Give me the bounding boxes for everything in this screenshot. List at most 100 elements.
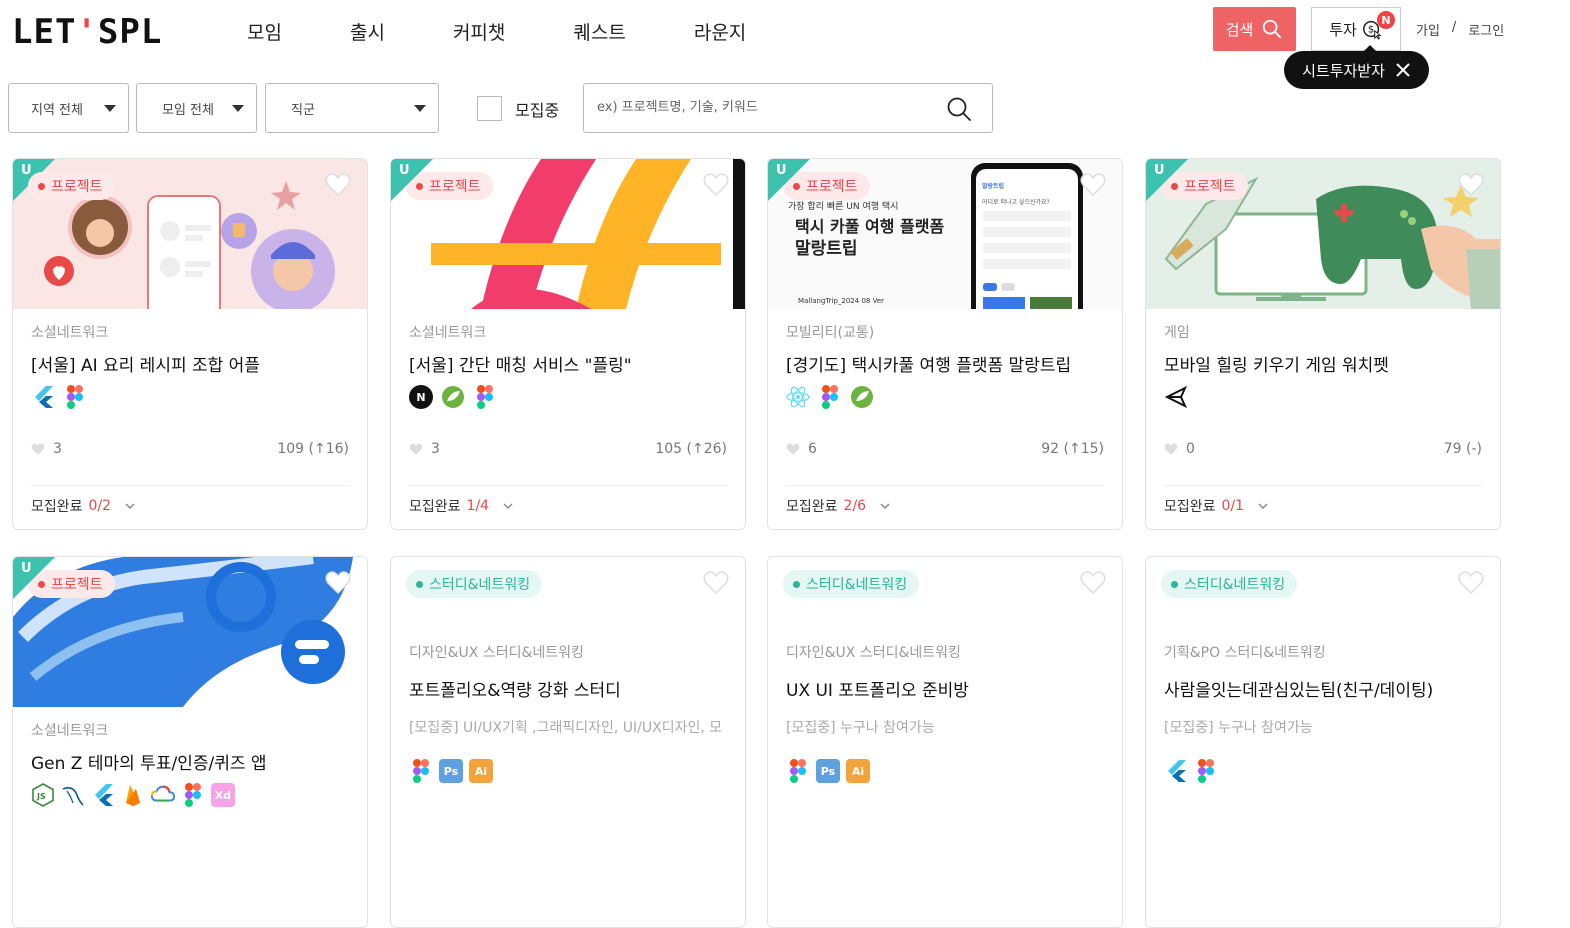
heart-icon — [786, 443, 800, 455]
search-button[interactable]: 검색 — [1213, 7, 1296, 51]
job-select-value: 직군 — [291, 102, 315, 118]
ribbon — [391, 159, 433, 201]
meeting-card[interactable]: 스터디&네트워킹 디자인&UX 스터디&네트워킹 포트폴리오&역량 강화 스터디… — [390, 556, 746, 928]
like-value: 3 — [431, 441, 440, 457]
region-select[interactable]: 지역 전체 — [8, 83, 129, 133]
heart-icon[interactable] — [325, 571, 351, 595]
card-title[interactable]: Gen Z 테마의 투표/인증/퀴즈 앱 — [31, 749, 267, 774]
card-title[interactable]: [경기도] 택시카풀 여행 플랫폼 말랑트립 — [786, 351, 1071, 376]
tech-stack — [1164, 759, 1218, 783]
chevron-down-icon — [125, 503, 135, 509]
nav-item-lounge[interactable]: 라운지 — [694, 18, 746, 45]
meeting-type-select[interactable]: 모임 전체 — [136, 83, 257, 133]
card-title[interactable]: 포트폴리오&역량 강화 스터디 — [409, 676, 621, 701]
recruit-status[interactable]: 모집완료 2/6 — [786, 496, 890, 516]
figma-icon — [63, 385, 87, 409]
heart-icon — [1164, 443, 1178, 455]
unity-icon — [1164, 385, 1188, 409]
chevron-down-icon — [104, 105, 116, 112]
meeting-card[interactable]: 프로젝트 U 게임 모바일 힐링 키우기 게임 워치펫 0 79 (-) 모집완… — [1145, 158, 1501, 530]
heart-icon[interactable] — [325, 173, 351, 197]
tag-label: 프로젝트 — [429, 179, 481, 195]
tag-label: 스터디&네트워킹 — [806, 577, 908, 593]
tooltip-text: 시트투자받자 — [1302, 61, 1385, 80]
heart-icon[interactable] — [1080, 173, 1106, 197]
flutter-icon — [31, 385, 55, 409]
heart-icon[interactable] — [1458, 571, 1484, 595]
status-count: 2/6 — [843, 498, 867, 514]
tag-label: 프로젝트 — [51, 179, 103, 195]
recruiting-checkbox[interactable] — [477, 96, 502, 121]
meeting-card[interactable]: U 프로젝트 소셜네트워크 [서울] AI 요리 레시피 조합 어플 3 109… — [12, 158, 368, 530]
tech-stack: Ps Ai — [786, 759, 870, 783]
status-count: 0/1 — [1221, 498, 1245, 514]
flutter-icon — [91, 783, 115, 807]
login-link[interactable]: 로그인 — [1468, 20, 1504, 39]
recruit-status[interactable]: 모집완료 0/2 — [31, 496, 135, 516]
card-category: 소셜네트워크 — [31, 325, 109, 341]
search-button-label: 검색 — [1225, 20, 1254, 39]
view-count: 109 (↑16) — [277, 441, 349, 457]
job-select[interactable]: 직군 — [265, 83, 439, 133]
svg-text:$: $ — [1368, 25, 1374, 36]
tech-stack — [31, 385, 87, 409]
chevron-down-icon — [503, 503, 513, 509]
tech-stack — [1164, 385, 1188, 409]
heart-icon[interactable] — [703, 173, 729, 197]
mysql-icon — [61, 783, 85, 807]
meeting-card[interactable]: 스터디&네트워킹 디자인&UX 스터디&네트워킹 UX UI 포트폴리오 준비방… — [767, 556, 1123, 928]
heart-icon[interactable] — [703, 571, 729, 595]
like-value: 3 — [53, 441, 62, 457]
close-icon[interactable] — [1395, 62, 1411, 78]
card-title[interactable]: [서울] 간단 매칭 서비스 "플링" — [409, 351, 632, 376]
chevron-down-icon — [880, 503, 890, 509]
meeting-card[interactable]: 가장 합리 빠른 UN 여행 택시 택시 카풀 여행 플랫폼 말랑트립 Mall… — [767, 158, 1123, 530]
card-category: 디자인&UX 스터디&네트워킹 — [409, 645, 584, 661]
category-tag: 스터디&네트워킹 — [406, 570, 543, 598]
signup-link[interactable]: 가입 — [1416, 20, 1440, 39]
recruiting-label[interactable]: 모집중 — [515, 97, 559, 121]
illustrator-icon: Ai — [469, 759, 493, 783]
search-box — [583, 83, 993, 133]
figma-icon — [1194, 759, 1218, 783]
card-category: 기획&PO 스터디&네트워킹 — [1164, 645, 1326, 661]
region-select-value: 지역 전체 — [31, 102, 83, 118]
heart-icon[interactable] — [1458, 173, 1484, 197]
category-tag: 스터디&네트워킹 — [1161, 570, 1298, 598]
nav-item-quest[interactable]: 퀘스트 — [573, 18, 625, 45]
status-label: 모집완료 — [1164, 499, 1216, 515]
card-title[interactable]: 모바일 힐링 키우기 게임 워치펫 — [1164, 351, 1389, 376]
chevron-down-icon — [414, 105, 426, 112]
recruit-status[interactable]: 모집완료 1/4 — [409, 496, 513, 516]
card-title[interactable]: UX UI 포트폴리오 준비방 — [786, 676, 969, 701]
card-category: 소셜네트워크 — [409, 325, 487, 341]
flutter-icon — [1164, 759, 1188, 783]
tech-stack: Ps Ai — [409, 759, 493, 783]
nav-item-coffeechat[interactable]: 커피챗 — [453, 18, 505, 45]
search-icon[interactable] — [946, 96, 972, 122]
spring-icon — [441, 385, 465, 409]
card-title[interactable]: [서울] AI 요리 레시피 조합 어플 — [31, 351, 260, 376]
photoshop-icon: Ps — [816, 759, 840, 783]
heart-icon — [31, 443, 45, 455]
category-tag: 스터디&네트워킹 — [783, 570, 920, 598]
nav-item-meetings[interactable]: 모임 — [247, 18, 282, 45]
card-title[interactable]: 사람을잇는데관심있는팀(친구/데이팅) — [1164, 676, 1433, 701]
status-label: 모집완료 — [409, 499, 461, 515]
meeting-type-select-value: 모임 전체 — [162, 102, 214, 118]
card-divider — [1164, 485, 1482, 486]
meeting-card[interactable]: 프로젝트 U 소셜네트워크 Gen Z 테마의 투표/인증/퀴즈 앱 JS Xd — [12, 556, 368, 928]
figma-icon — [818, 385, 842, 409]
nav-item-launch[interactable]: 출시 — [350, 18, 385, 45]
main-nav: 모임 출시 커피챗 퀘스트 라운지 — [247, 18, 746, 45]
meeting-card[interactable]: 스터디&네트워킹 기획&PO 스터디&네트워킹 사람을잇는데관심있는팀(친구/데… — [1145, 556, 1501, 928]
recruit-status[interactable]: 모집완료 0/1 — [1164, 496, 1268, 516]
ribbon-label: U — [776, 163, 787, 178]
tech-stack: JS Xd — [31, 783, 235, 807]
meeting-card[interactable]: 프로젝트 U 소셜네트워크 [서울] 간단 매칭 서비스 "플링" N 3 10… — [390, 158, 746, 530]
like-count: 3 — [31, 441, 62, 457]
heart-icon[interactable] — [1080, 571, 1106, 595]
figma-icon — [473, 385, 497, 409]
site-logo[interactable]: LET'SPL — [12, 12, 162, 52]
search-input[interactable] — [597, 84, 937, 130]
